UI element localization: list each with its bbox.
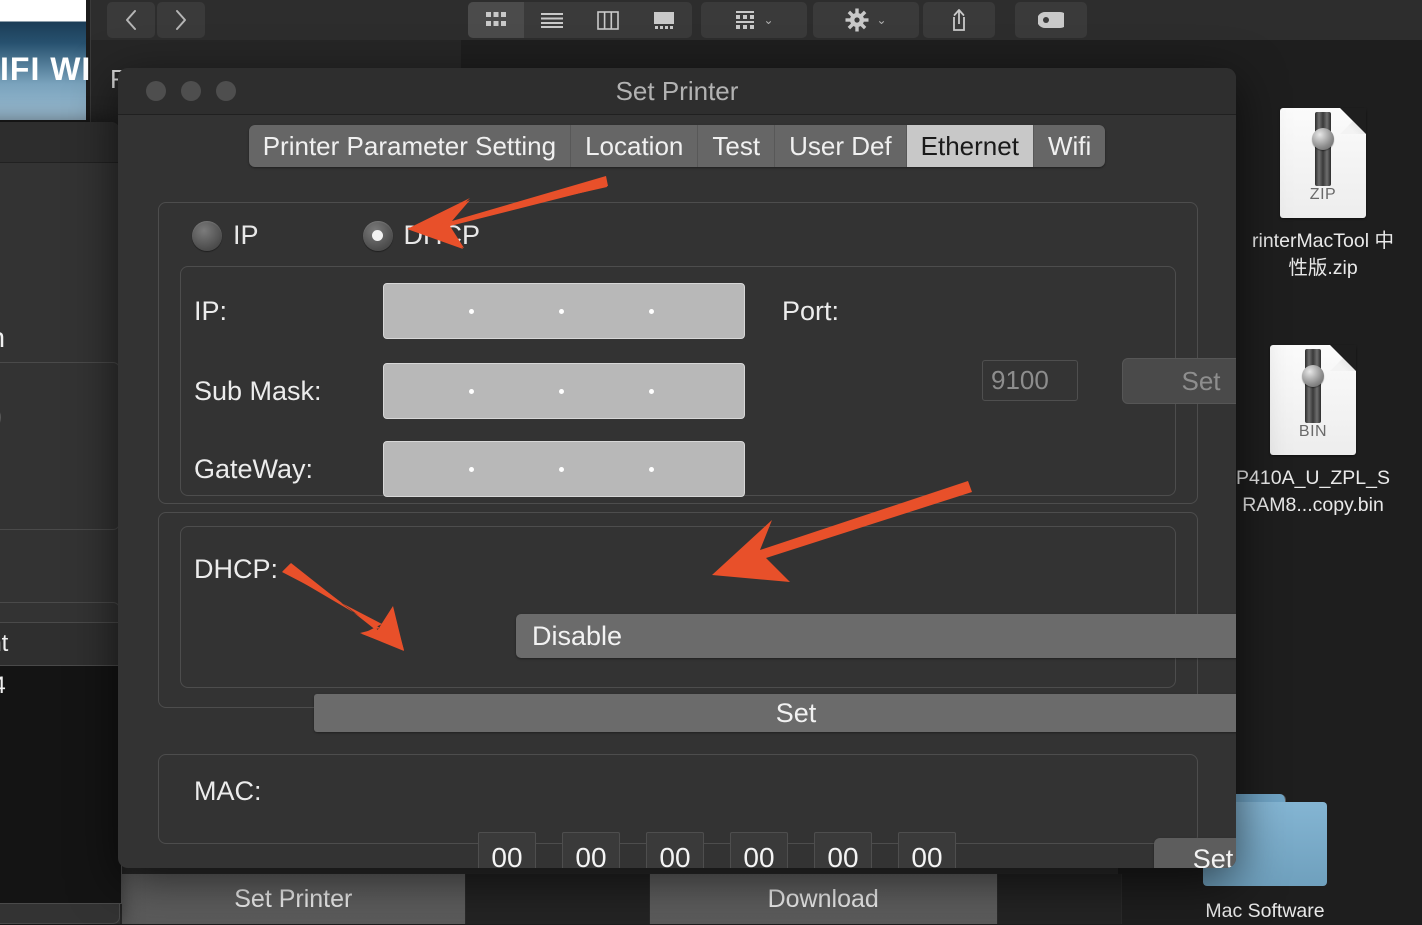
gear-icon [845,8,869,32]
tag-icon [1038,12,1064,28]
background-printer-list-window[interactable]: Com List Print RP4 [0,122,122,924]
dhcp-panel-inner [180,526,1176,688]
file-kind-label: BIN [1298,423,1328,440]
group-by-icon [736,10,755,29]
dhcp-radio[interactable] [362,220,393,251]
bin-archive-icon: BIN [1270,345,1356,455]
forward-button[interactable] [157,2,205,38]
chevron-right-icon [176,10,186,30]
chevron-left-icon [126,10,136,30]
gallery-view-icon [654,11,674,29]
file-item-zip[interactable]: ZIP rinterMacTool 中 性版.zip [1218,108,1422,282]
background-photo-thumbnail: IFI WI [0,0,90,120]
tag-button[interactable] [1015,2,1087,38]
dialog-title: Set Printer [615,75,739,106]
dhcp-set-button[interactable]: Set [314,694,1236,732]
gateway-input[interactable] [383,441,745,497]
background-window-bottom-bar: Set Printer Download [122,874,1122,924]
sub-mask-input[interactable] [383,363,745,419]
finder-toolbar: ⌄ ⌄ [91,0,1422,41]
background-window-a-titlebar [0,122,120,163]
dhcp-select[interactable]: Disable [516,614,1236,658]
view-as-list-button[interactable] [524,2,580,38]
ip-separator-dot [649,466,654,472]
zip-archive-icon: ZIP [1280,108,1366,218]
ip-label: IP: [194,296,228,326]
ip-input[interactable] [383,283,745,339]
printer-list[interactable]: Print RP4 [0,622,122,904]
tab-location[interactable]: Location [571,125,699,167]
tab-wifi[interactable]: Wifi [1034,125,1105,167]
mac-octet-6[interactable]: 00 [898,832,956,868]
action-menu-button[interactable]: ⌄ [813,2,919,38]
set-printer-dialog[interactable]: Set Printer Printer Parameter Setting Lo… [118,68,1236,868]
file-item-bin[interactable]: BIN P410A_U_ZPL_S RAM8...copy.bin [1208,345,1418,519]
file-name-label: Mac Software [1205,900,1325,922]
tab-ethernet[interactable]: Ethernet [906,125,1034,167]
ip-set-button[interactable]: Set [1122,358,1236,404]
communication-group-box [0,362,120,530]
group-by-button[interactable]: ⌄ [701,2,807,38]
file-name-label: rinterMacTool 中 性版.zip [1252,230,1394,279]
printer-list-header: Print [0,623,121,666]
file-name-label: P410A_U_ZPL_S RAM8...copy.bin [1236,467,1390,516]
port-input[interactable]: 9100 [982,360,1078,401]
view-as-gallery-button[interactable] [636,2,692,38]
mac-octet-1[interactable]: 00 [478,832,536,868]
dhcp-radio-label: DHCP [403,220,481,250]
file-kind-label: ZIP [1309,186,1337,203]
view-as-columns-button[interactable] [580,2,636,38]
address-mode-radio-group[interactable]: IP DHCP [192,220,480,251]
mac-octet-4[interactable]: 00 [730,832,788,868]
dhcp-label: DHCP: [194,554,279,584]
communication-section-title: Com [0,322,5,354]
column-view-icon [597,10,619,30]
tab-group[interactable]: Printer Parameter Setting Location Test … [248,125,1106,167]
ip-separator-dot [649,308,654,314]
dialog-tabbar: Printer Parameter Setting Location Test … [118,125,1236,167]
tab-user-def[interactable]: User Def [775,125,907,167]
view-mode-segmented-control[interactable] [468,2,692,38]
ip-separator-dot [649,388,654,394]
list-view-icon [541,13,563,28]
bottom-bar-gap [465,874,650,924]
mac-octet-5[interactable]: 00 [814,832,872,868]
dhcp-selected-value: Disable [532,620,623,651]
tab-test[interactable]: Test [698,125,776,167]
port-label: Port: [782,296,840,326]
photo-overlay-text: IFI WI [0,51,92,87]
printer-list-row[interactable]: RP4 [0,666,121,700]
share-icon [953,9,965,31]
chevron-down-icon: ⌄ [876,13,887,27]
share-button[interactable] [923,2,995,38]
bottom-bar-gap-2 [997,874,1122,924]
dialog-titlebar: Set Printer [118,68,1236,115]
mac-octet-3[interactable]: 00 [646,832,704,868]
grid-view-icon [486,12,506,26]
set-printer-button[interactable]: Set Printer [122,874,466,924]
mac-octet-2[interactable]: 00 [562,832,620,868]
ip-radio-label: IP [233,220,259,250]
ip-radio[interactable] [192,220,222,251]
chevron-down-icon: ⌄ [763,13,774,27]
view-as-icons-button[interactable] [468,2,524,38]
download-button[interactable]: Download [649,874,998,924]
back-button[interactable] [107,2,155,38]
gateway-label: GateWay: [194,454,314,484]
mac-label: MAC: [194,776,262,806]
sub-mask-label: Sub Mask: [194,376,322,406]
mac-panel [158,754,1198,844]
tab-printer-parameter-setting[interactable]: Printer Parameter Setting [249,125,572,167]
mac-set-button[interactable]: Set [1154,838,1236,868]
